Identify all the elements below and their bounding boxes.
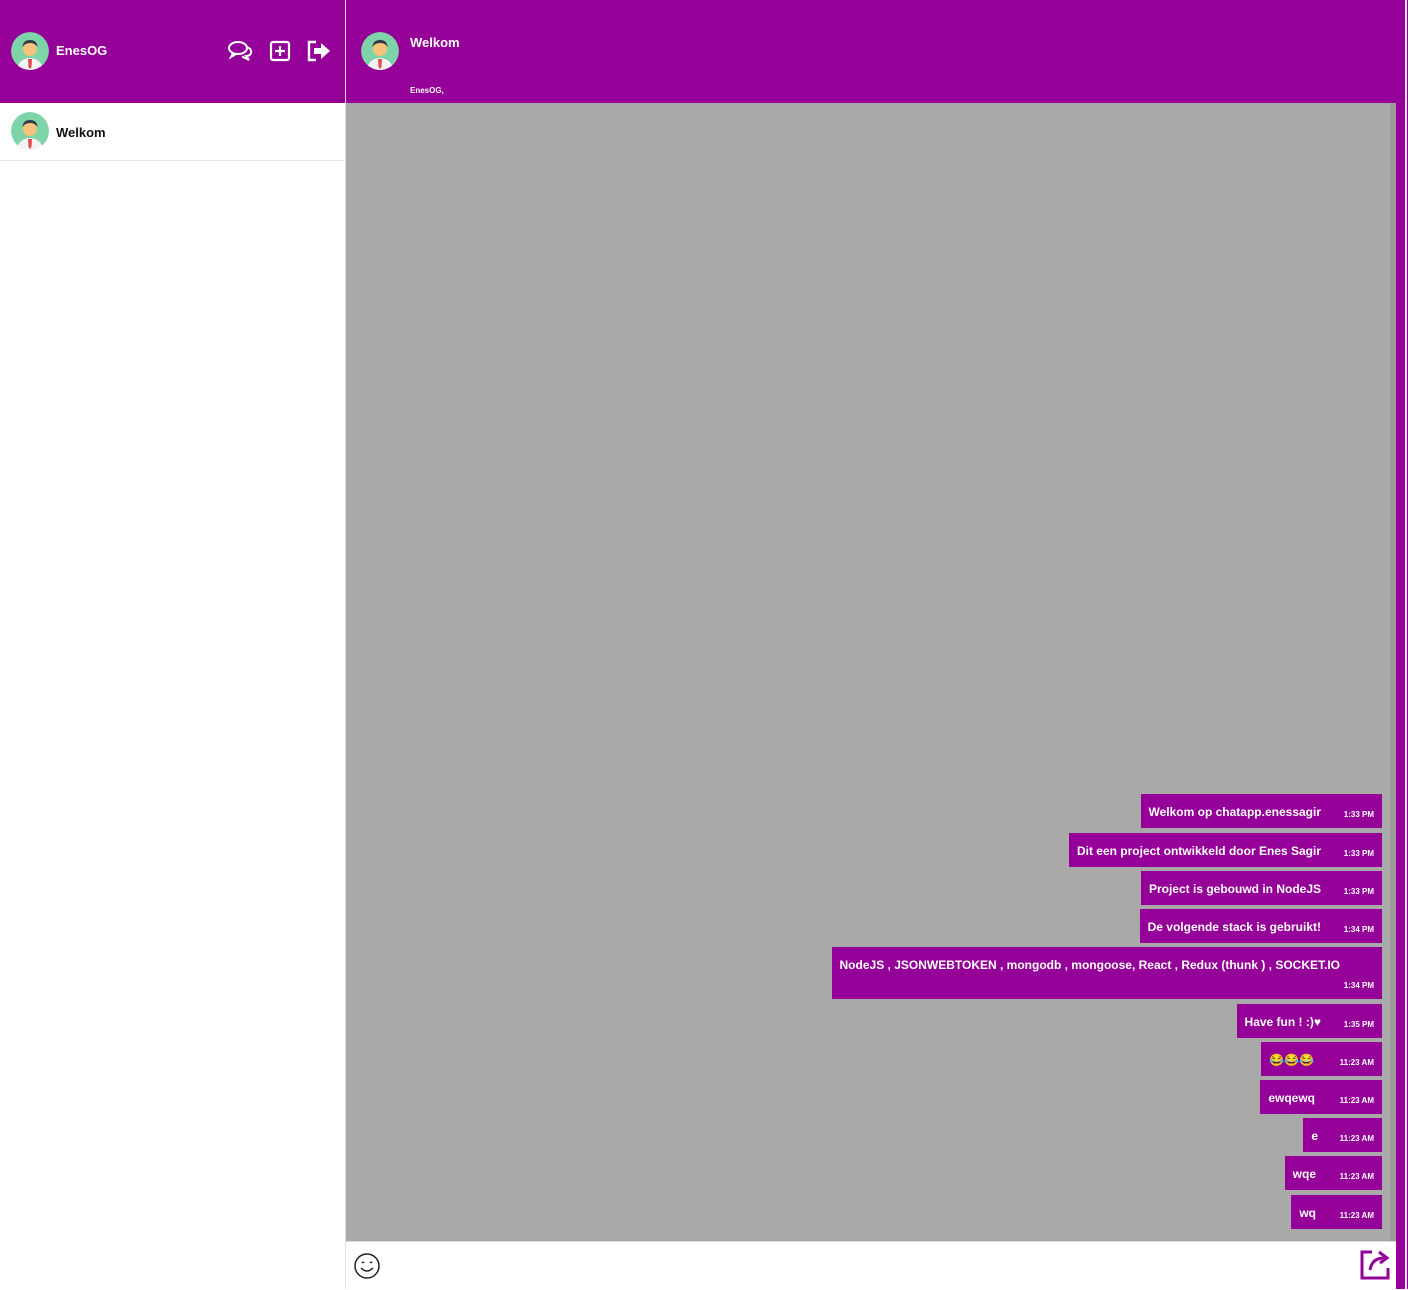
chat-header: Welkom EnesOG, — [346, 0, 1396, 103]
logout-icon[interactable] — [306, 38, 332, 64]
chats-icon[interactable] — [227, 38, 253, 64]
message-text: ewqewq — [1268, 1091, 1315, 1105]
message-bubble: e 11:23 AM — [1303, 1118, 1382, 1152]
username: EnesOG — [56, 43, 108, 58]
message-text: e — [1311, 1129, 1318, 1143]
new-chat-icon[interactable] — [267, 38, 293, 64]
right-edge-strip — [1396, 0, 1408, 1289]
message-text: Project is gebouwd in NodeJS — [1148, 882, 1321, 896]
message-text: De volgende stack is gebruikt! — [1147, 920, 1321, 934]
message-time: 11:23 AM — [1339, 1172, 1374, 1181]
message-bubble: wqe 11:23 AM — [1284, 1156, 1382, 1190]
message-time: 1:35 PM — [1343, 1020, 1374, 1029]
message-time: 11:23 AM — [1339, 1134, 1374, 1143]
message-bubble: wq 11:23 AM — [1291, 1195, 1382, 1229]
send-icon[interactable] — [1358, 1248, 1392, 1282]
message-bubble: 😂😂😂 11:23 AM — [1261, 1042, 1382, 1076]
message-time: 1:34 PM — [1343, 981, 1374, 990]
message-time: 1:34 PM — [1343, 925, 1374, 934]
message-input-bar — [346, 1241, 1396, 1290]
message-text: Welkom op chatapp.enessagir — [1148, 805, 1322, 819]
message-text: wqe — [1292, 1167, 1316, 1181]
message-bubble: Welkom op chatapp.enessagir 1:33 PM — [1140, 794, 1382, 828]
message-scrollbar[interactable] — [1390, 103, 1396, 1241]
message-text: wq — [1299, 1206, 1316, 1220]
message-time: 11:23 AM — [1339, 1096, 1374, 1105]
message-text: Dit een project ontwikkeld door Enes Sag… — [1076, 844, 1321, 858]
message-time: 1:33 PM — [1343, 887, 1374, 896]
chat-avatar — [361, 32, 399, 70]
message-time: 1:33 PM — [1343, 849, 1374, 858]
emoji-icon[interactable] — [353, 1252, 381, 1280]
message-bubble: De volgende stack is gebruikt! 1:34 PM — [1139, 909, 1382, 943]
message-time: 11:23 AM — [1339, 1211, 1374, 1220]
message-text: Have fun ! :)♥ — [1244, 1015, 1321, 1029]
conversation-avatar — [11, 112, 49, 150]
conversation-item-welkom[interactable]: Welkom — [0, 103, 345, 161]
chat-title: Welkom — [410, 35, 460, 50]
message-input[interactable] — [390, 1248, 1354, 1286]
conversation-label: Welkom — [56, 125, 106, 140]
message-bubble: NodeJS , JSONWEBTOKEN , mongodb , mongoo… — [831, 947, 1382, 999]
message-list[interactable]: Welkom op chatapp.enessagir 1:33 PM Dit … — [346, 103, 1390, 1241]
message-text: 😂😂😂 — [1269, 1053, 1314, 1067]
message-text: NodeJS , JSONWEBTOKEN , mongodb , mongoo… — [839, 958, 1340, 972]
message-bubble: Have fun ! :)♥ 1:35 PM — [1236, 1004, 1382, 1038]
message-bubble: ewqewq 11:23 AM — [1260, 1080, 1382, 1114]
user-avatar[interactable] — [11, 32, 49, 70]
sidebar-header: EnesOG — [0, 0, 345, 103]
message-time: 11:23 AM — [1339, 1058, 1374, 1067]
chat-members: EnesOG, — [410, 86, 444, 95]
message-bubble: Dit een project ontwikkeld door Enes Sag… — [1068, 833, 1382, 867]
message-bubble: Project is gebouwd in NodeJS 1:33 PM — [1140, 871, 1382, 905]
message-time: 1:33 PM — [1343, 810, 1374, 819]
sidebar: EnesOG Welkom — [0, 0, 346, 1289]
